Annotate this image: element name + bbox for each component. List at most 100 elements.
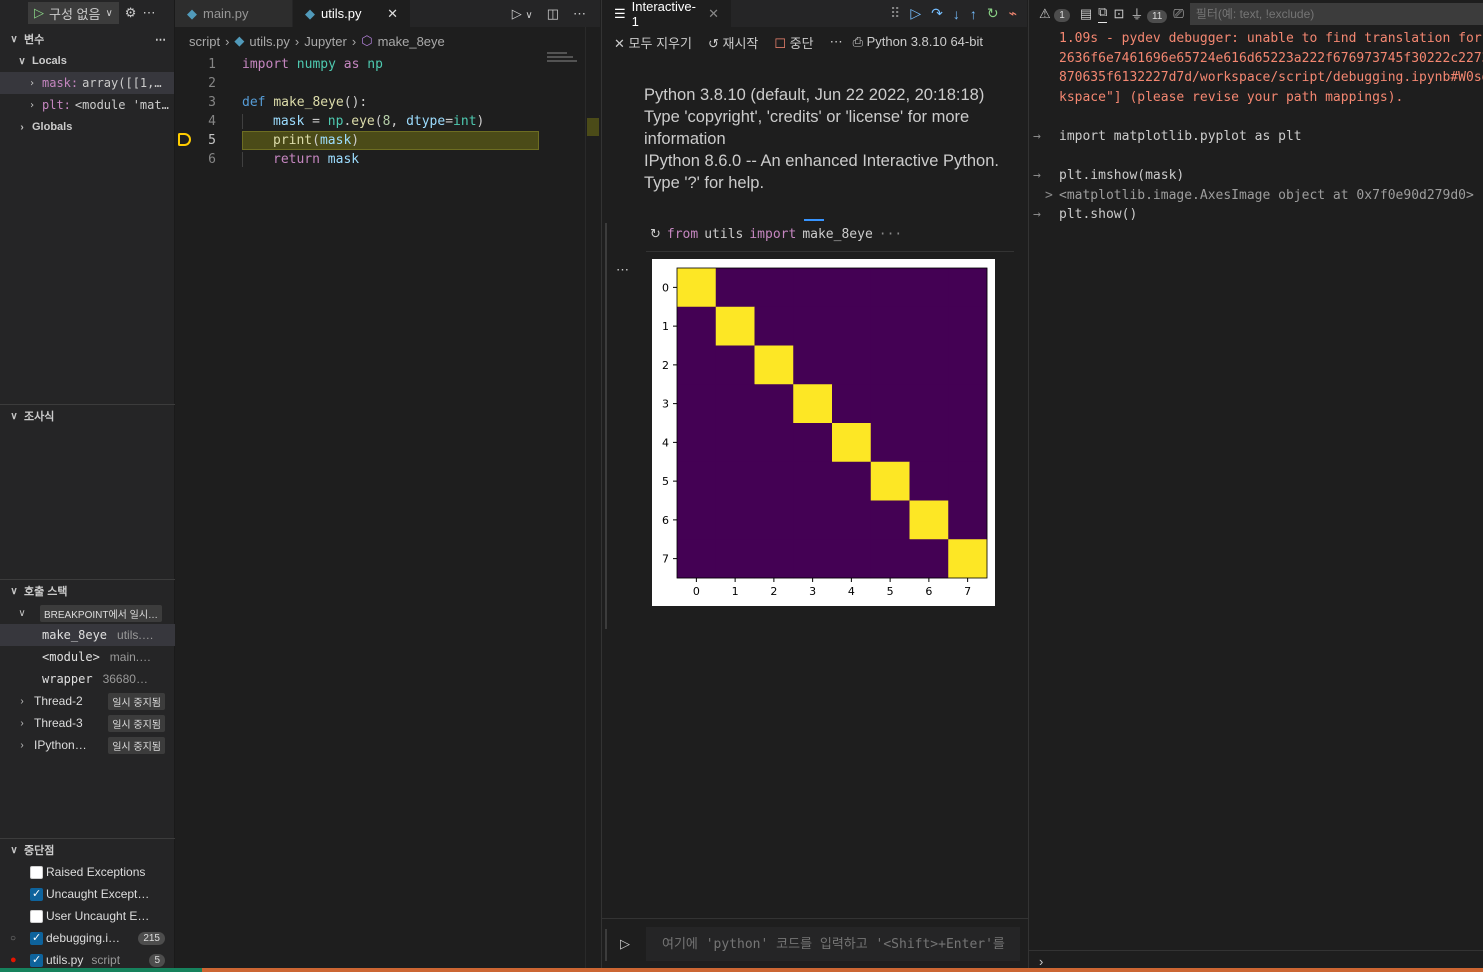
code-line: 2 [208, 76, 216, 91]
paused-session[interactable]: ∨ BREAKPOINT에서 일시… [0, 602, 175, 624]
breakpoint-checkbox[interactable] [30, 865, 43, 879]
terminal-tab[interactable]: ⊡ [1113, 6, 1124, 22]
tab-interactive[interactable]: ☰ Interactive-1 ✕ [602, 0, 732, 29]
breakpoint-row[interactable]: Raised Exceptions [0, 861, 175, 883]
console-line: → import matplotlib.pyplot as plt [1033, 129, 1302, 144]
breakpoint-checkbox[interactable] [30, 931, 43, 945]
restart-icon: ↺ [707, 35, 719, 51]
gear-icon[interactable]: ⚙ [125, 5, 137, 21]
more-icon[interactable]: ⋯ [830, 34, 843, 50]
breakpoint-row[interactable]: Uncaught Except… [0, 883, 175, 905]
split-editor-icon[interactable]: ◫ [547, 6, 559, 22]
tab-main-py[interactable]: ◆ main.py [175, 0, 293, 27]
debug-sidebar: ▷ 구성 없음 ∨ ⚙ ⋯ ∨ 변수 ⋯ ∨ Locals › mask: ar… [0, 0, 175, 972]
disconnect-icon[interactable]: ⌁ [1009, 5, 1017, 22]
heatmap-cell [793, 461, 833, 501]
output-tab[interactable]: ▤ [1080, 6, 1092, 22]
minimap[interactable] [547, 52, 587, 64]
y-tick-label: 7 [662, 553, 669, 566]
thread-row[interactable]: › IPython… 일시 중지됨 [0, 734, 175, 756]
warning-icon: ⚠ [1039, 5, 1051, 21]
chevron-down-icon: ∨ [18, 55, 26, 67]
status-bar-debug [0, 968, 202, 972]
heatmap-cell [909, 423, 949, 463]
variable-row[interactable]: › plt: <module 'mat… [0, 94, 174, 116]
filter-input[interactable] [1189, 2, 1483, 25]
panel-toolbar: ⚠ 1 ▤ ⧉ ⊡ ⏚ 11 ⎚ [1029, 0, 1483, 27]
code-line: 4 mask = np.eye(8, dtype=int) [208, 114, 485, 129]
locals-scope[interactable]: ∨ Locals [0, 50, 174, 72]
call-stack-header[interactable]: ∨ 호출 스택 [0, 580, 175, 602]
variables-header[interactable]: ∨ 변수 ⋯ [0, 28, 174, 50]
clear-all-button[interactable]: ✕ 모두 지우기 [614, 33, 692, 52]
breakpoint-checkbox[interactable] [30, 953, 43, 967]
more-icon[interactable]: ⋯ [142, 5, 155, 21]
step-over-icon[interactable]: ↷ [931, 5, 943, 22]
symbol-function-icon: ⬡ [361, 33, 373, 48]
interrupt-button[interactable]: ☐ 중단 [774, 33, 813, 52]
close-icon[interactable]: ✕ [387, 6, 398, 22]
heatmap-cell [948, 306, 988, 346]
plot-output: 0 1 2 3 4 5 6 7 0 1 2 3 4 5 6 7 [652, 259, 995, 606]
variable-row[interactable]: › mask: array([[1,… [0, 72, 174, 94]
heatmap-cell [870, 384, 910, 424]
tab-utils-py[interactable]: ◆ utils.py ✕ [293, 0, 411, 27]
python-file-icon: ◆ [187, 5, 197, 21]
more-icon[interactable]: ⋯ [573, 6, 586, 22]
problems-tab[interactable]: ⚠ 1 [1039, 6, 1070, 22]
heatmap-cell [832, 461, 872, 501]
heatmap-cell [909, 539, 949, 579]
restart-icon[interactable]: ↻ [987, 5, 999, 22]
step-into-icon[interactable]: ↓ [953, 6, 960, 22]
scrollbar-track[interactable] [585, 27, 586, 972]
code-area[interactable]: 1 import numpy as np 2 3 def make_8eye(): … [175, 55, 600, 169]
watch-header[interactable]: ∨ 조사식 [0, 405, 175, 427]
breakpoints-header[interactable]: ∨ 중단점 [0, 839, 175, 861]
interactive-input[interactable] [646, 927, 1020, 961]
execute-icon[interactable]: ▷ [620, 936, 630, 952]
thread-row[interactable]: › Thread-3 일시 중지됨 [0, 712, 175, 734]
heatmap-cell [677, 384, 717, 424]
heatmap-cell [832, 500, 872, 540]
chevron-right-icon: › [28, 99, 36, 111]
heatmap-cell [793, 423, 833, 463]
run-icon[interactable]: ▷ [34, 5, 44, 21]
heatmap-cell [832, 384, 872, 424]
heatmap-cell [870, 345, 910, 385]
stack-frame[interactable]: <module> main.… [0, 646, 175, 668]
thread-row[interactable]: › Thread-2 일시 중지됨 [0, 690, 175, 712]
y-tick-label: 6 [662, 514, 669, 527]
ports-tab[interactable]: ⏚ 11 [1130, 4, 1168, 23]
debug-console-tab[interactable]: ⧉ [1098, 4, 1108, 23]
more-icon[interactable]: ⋯ [155, 33, 166, 46]
x-tick-label: 6 [925, 585, 932, 598]
restart-button[interactable]: ↺ 재시작 [708, 33, 758, 52]
breakpoint-row[interactable]: User Uncaught E… [0, 905, 175, 927]
step-out-icon[interactable]: ↑ [970, 6, 977, 22]
continue-icon[interactable]: ▷ [910, 5, 921, 22]
breakpoint-row[interactable]: ○ debugging.i… 215 [0, 927, 175, 949]
breakpoint-checkbox[interactable] [30, 887, 43, 901]
stack-frame[interactable]: wrapper 36680… [0, 668, 175, 690]
stack-frame[interactable]: make_8eye utils.… [0, 624, 175, 646]
heatmap-cell [715, 306, 755, 346]
heatmap-cell [754, 500, 794, 540]
globals-scope[interactable]: › Globals [0, 116, 174, 138]
run-icon[interactable]: ▷ ∨ [512, 6, 533, 22]
stop-icon: ☐ [774, 35, 787, 51]
chevron-right-icon: › [20, 739, 24, 751]
notebook-icon: ⎚ [1173, 5, 1184, 21]
kernel-banner: Python 3.8.10 (default, Jun 22 2022, 20:… [644, 86, 999, 192]
output-more-icon[interactable]: ⋯ [616, 262, 629, 278]
cell-input[interactable]: ↻ from utils import make_8eye ··· [650, 227, 902, 242]
console-result[interactable]: > <matplotlib.image.AxesImage object at 0… [1029, 186, 1483, 206]
kernel-picker[interactable]: ⎙ Python 3.8.10 64-bit [853, 34, 983, 50]
run-config-select[interactable]: ▷ 구성 없음 ∨ [28, 2, 119, 24]
interactive-toolbar: ✕ 모두 지우기 ↺ 재시작 ☐ 중단 ⋯ ⎙ Python 3.8.10 64… [602, 27, 1027, 57]
heatmap-cell [793, 268, 833, 308]
drag-handle-icon[interactable]: ⠿ [890, 5, 900, 22]
breakpoint-checkbox[interactable] [30, 909, 43, 923]
notebook-tab[interactable]: ⎚ [1173, 6, 1183, 22]
close-icon[interactable]: ✕ [708, 6, 719, 22]
heatmap-cell [870, 461, 910, 501]
